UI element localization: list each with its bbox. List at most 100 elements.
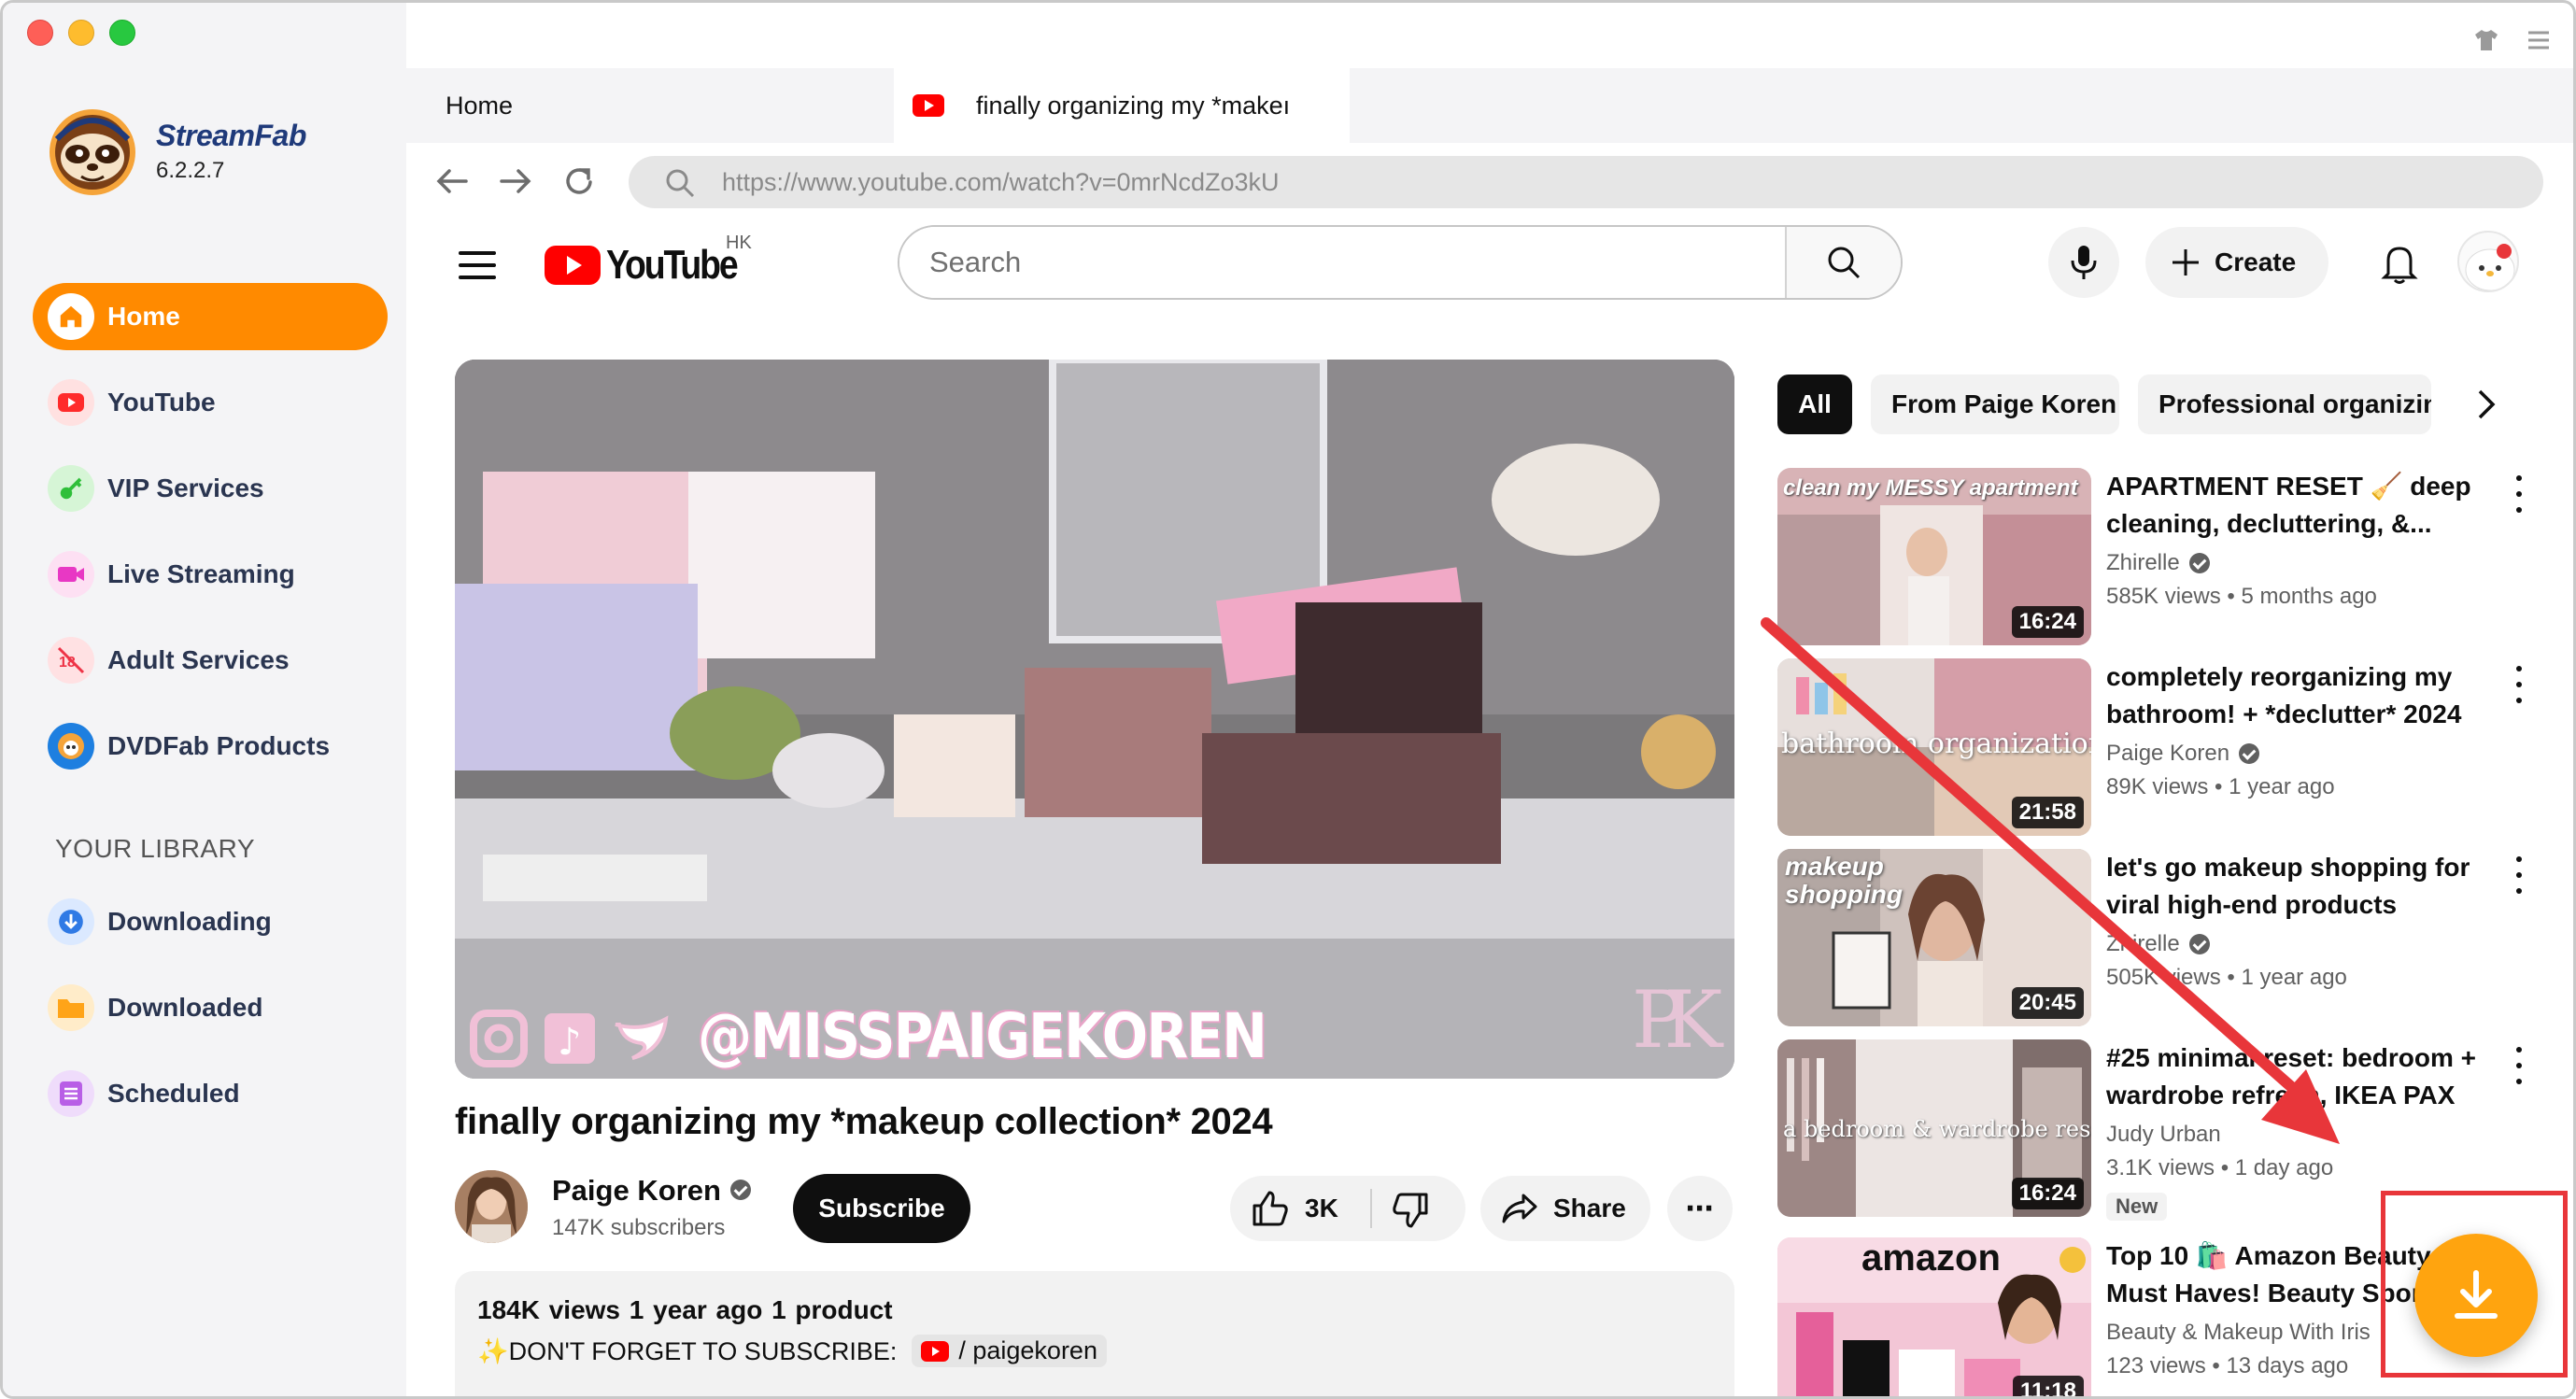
video-thumbnail[interactable]: a bedroom & wardrobe reset 16:24 [1777, 1039, 2091, 1217]
tab-label: Home [446, 91, 514, 120]
video-menu-icon[interactable] [2502, 666, 2536, 703]
sidebar-item-downloaded[interactable]: Downloaded [33, 974, 388, 1041]
menu-icon[interactable] [2526, 29, 2551, 51]
youtube-small-icon [921, 1340, 950, 1362]
subscribe-button[interactable]: Subscribe [793, 1174, 970, 1243]
recommended-video[interactable]: makeup shopping 20:45 let's go makeup sh… [1777, 849, 2522, 1026]
youtube-play-icon [545, 246, 601, 285]
video-menu-icon[interactable] [2502, 475, 2536, 513]
guide-menu-icon[interactable] [459, 251, 496, 281]
sidebar-item-youtube[interactable]: YouTube [33, 369, 388, 436]
library-heading: YOUR LIBRARY [55, 834, 255, 863]
svg-text:♪: ♪ [558, 1021, 582, 1064]
recommended-video[interactable]: clean my MESSY apartment 16:24 APARTMENT… [1777, 468, 2522, 645]
video-thumbnail[interactable]: bathroom organization 21:58 [1777, 658, 2091, 836]
video-duration: 20:45 [2011, 987, 2084, 1019]
chip-from-paige-koren[interactable]: From Paige Koren [1871, 374, 2119, 434]
channel-name-text: Paige Koren [552, 1174, 721, 1207]
sidebar-item-dvdfab-products[interactable]: DVDFab Products [33, 713, 388, 780]
channel-name-text: Judy Urban [2106, 1122, 2221, 1147]
sidebar-item-scheduled[interactable]: Scheduled [33, 1060, 388, 1127]
channel-handle-text: / paigekoren [958, 1336, 1097, 1364]
dislike-thumb-icon[interactable] [1391, 1191, 1430, 1230]
like-thumb-icon[interactable] [1251, 1189, 1290, 1228]
folder-icon [48, 984, 94, 1031]
channel-name[interactable]: Paige Koren [552, 1174, 751, 1208]
thumbnail-caption: clean my MESSY apartment [1783, 475, 2078, 501]
video-menu-icon[interactable] [2502, 1047, 2536, 1084]
close-window-button[interactable] [27, 20, 53, 46]
sidebar-item-adult-services[interactable]: 18 Adult Services [33, 627, 388, 694]
sidebar-item-label: Downloading [107, 907, 272, 936]
sidebar-item-live-streaming[interactable]: Live Streaming [33, 541, 388, 608]
search-input[interactable] [899, 227, 1796, 298]
video-thumbnail[interactable]: makeup shopping 20:45 [1777, 849, 2091, 1026]
video-title[interactable]: #25 minimal reset: bedroom + wardrobe re… [2106, 1039, 2480, 1114]
recommended-video[interactable]: a bedroom & wardrobe reset 16:24 #25 min… [1777, 1039, 2522, 1221]
search-icon [1828, 247, 1861, 279]
search-button[interactable] [1785, 227, 1901, 298]
video-duration: 11:18 [2012, 1376, 2084, 1396]
voice-search-button[interactable] [2048, 227, 2119, 298]
tab-label: finally organizing my *makeı [976, 91, 1291, 120]
sidebar-item-downloading[interactable]: Downloading [33, 888, 388, 955]
channel-name[interactable]: Zhirelle [2106, 550, 2210, 576]
sidebar-item-vip-services[interactable]: VIP Services [33, 455, 388, 522]
video-player[interactable]: ♪ @MISSPAIGEKOREN PK [455, 360, 1734, 1079]
url-field[interactable]: https://www.youtube.com/watch?v=0mrNcdZo… [629, 156, 2543, 208]
tab-video[interactable]: finally organizing my *makeı [894, 68, 1350, 143]
home-icon [48, 293, 94, 340]
share-arrow-icon [1502, 1194, 1537, 1223]
search-bar [898, 225, 1903, 300]
browser-tabs: Home finally organizing my *makeı [406, 68, 2573, 143]
channel-name[interactable]: Zhirelle [2106, 931, 2210, 957]
tshirt-icon[interactable] [2474, 29, 2498, 51]
video-watermark-logo: PK [1632, 974, 1722, 1066]
sidebar-item-label: Downloaded [107, 993, 263, 1022]
share-button[interactable]: Share [1480, 1176, 1650, 1241]
channel-name[interactable]: Beauty & Makeup With Iris [2106, 1320, 2371, 1346]
forward-arrow-icon[interactable] [496, 162, 535, 201]
thumbnail-caption: a bedroom & wardrobe reset [1783, 1116, 2091, 1142]
notifications-bell-icon[interactable] [2381, 242, 2418, 285]
video-thumbnail[interactable]: amazon 11:18 [1777, 1237, 2091, 1396]
more-actions-button[interactable]: ⋯ [1667, 1176, 1733, 1241]
channel-name[interactable]: Paige Koren [2106, 741, 2260, 767]
youtube-favicon-icon [913, 94, 944, 117]
sidebar-item-home[interactable]: Home [33, 283, 388, 350]
chip-all[interactable]: All [1777, 374, 1852, 434]
video-title[interactable]: APARTMENT RESET 🧹 deep cleaning, declutt… [2106, 468, 2480, 543]
video-thumbnail[interactable]: clean my MESSY apartment 16:24 [1777, 468, 2091, 645]
video-duration: 16:24 [2011, 1178, 2084, 1209]
camera-icon [48, 551, 94, 598]
video-duration: 16:24 [2011, 606, 2084, 638]
maximize-window-button[interactable] [109, 20, 135, 46]
url-text: https://www.youtube.com/watch?v=0mrNcdZo… [722, 167, 1280, 196]
video-meta: 89K views • 1 year ago [2106, 774, 2335, 799]
back-arrow-icon[interactable] [432, 162, 472, 201]
account-avatar[interactable] [2457, 231, 2519, 292]
video-meta: 505K views • 1 year ago [2106, 965, 2347, 990]
sidebar-item-label: YouTube [107, 388, 216, 417]
channel-name[interactable]: Judy Urban [2106, 1122, 2221, 1148]
chevron-right-icon[interactable] [2467, 384, 2504, 425]
recommended-video[interactable]: bathroom organization 21:58 completely r… [1777, 658, 2522, 836]
region-code: HK [726, 233, 752, 253]
video-title[interactable]: completely reorganizing my bathroom! + *… [2106, 658, 2480, 733]
reload-icon[interactable] [559, 162, 599, 201]
channel-handle-link[interactable]: / paigekoren [912, 1335, 1107, 1367]
channel-avatar[interactable] [455, 1170, 528, 1243]
tab-home[interactable]: Home [446, 68, 513, 143]
sidebar: StreamFab 6.2.2.7 Home YouTube VIP Servi… [3, 3, 406, 1396]
recommended-video[interactable]: amazon 11:18 Top 10 🛍️ Amazon Beauty Mus… [1777, 1237, 2480, 1396]
create-button[interactable]: Create [2145, 227, 2328, 298]
video-title[interactable]: let's go makeup shopping for viral high-… [2106, 849, 2480, 924]
chip-professional-organizing[interactable]: Professional organizing [2138, 374, 2431, 434]
streamfab-logo [50, 109, 135, 195]
video-menu-icon[interactable] [2502, 856, 2536, 894]
download-video-button[interactable] [2414, 1234, 2538, 1357]
description-box[interactable]: 184K views 1 year ago 1 product ✨DON'T F… [455, 1271, 1734, 1396]
thumbnail-caption: makeup shopping [1785, 852, 1903, 909]
app-window: StreamFab 6.2.2.7 Home YouTube VIP Servi… [0, 0, 2576, 1399]
minimize-window-button[interactable] [68, 20, 94, 46]
